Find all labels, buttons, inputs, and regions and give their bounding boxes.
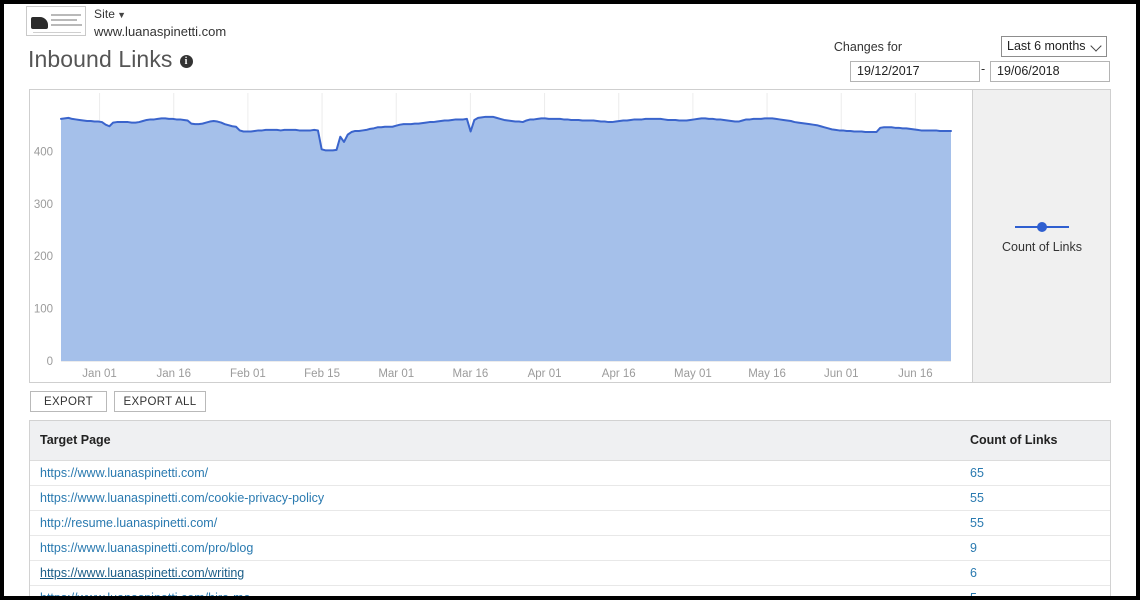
chart-area-fill (61, 117, 951, 361)
app-window: Site▼ www.luanaspinetti.com Inbound Link… (4, 4, 1136, 596)
page-title-text: Inbound Links (28, 46, 173, 72)
y-tick-label: 400 (34, 146, 53, 158)
table-row[interactable]: http://resume.luanaspinetti.com/55 (30, 510, 1110, 535)
site-selector[interactable]: Site▼ (94, 7, 126, 21)
cell-count-of-links: 55 (960, 510, 1110, 535)
x-tick-label: May 01 (674, 368, 712, 380)
date-to-input[interactable]: 19/06/2018 (990, 61, 1110, 82)
y-tick-label: 200 (34, 251, 53, 263)
target-page-link[interactable]: https://www.luanaspinetti.com/pro/blog (40, 541, 253, 555)
cell-count-of-links: 9 (960, 535, 1110, 560)
count-of-links-value: 6 (970, 566, 977, 580)
target-page-link[interactable]: https://www.luanaspinetti.com/writing (40, 566, 244, 580)
count-of-links-value: 55 (970, 516, 984, 530)
site-selector-label: Site (94, 7, 115, 21)
date-range-separator: - (981, 62, 985, 76)
x-tick-label: May 16 (748, 368, 786, 380)
count-of-links-value: 55 (970, 491, 984, 505)
info-icon[interactable]: i (180, 55, 193, 68)
chart-legend: Count of Links (972, 90, 1110, 382)
x-tick-label: Apr 16 (602, 368, 636, 380)
table-row[interactable]: https://www.luanaspinetti.com/writing 6 (30, 560, 1110, 585)
cell-target-page: https://www.luanaspinetti.com/hire-me (30, 585, 960, 596)
export-button[interactable]: EXPORT (30, 391, 107, 412)
count-of-links-value: 5 (970, 591, 977, 597)
target-page-link[interactable]: https://www.luanaspinetti.com/ (40, 466, 208, 480)
cell-count-of-links: 55 (960, 485, 1110, 510)
chart-plot-area[interactable]: 0 100 200 300 400 Jan 01 Jan 16 Feb 01 Feb 15 Ma… (30, 90, 973, 382)
cell-count-of-links: 5 (960, 585, 1110, 596)
column-header-count-of-links[interactable]: Count of Links (960, 421, 1110, 460)
thumbnail-line (51, 24, 82, 26)
thumbnail-line (51, 19, 77, 21)
cell-target-page: https://www.luanaspinetti.com/ (30, 460, 960, 485)
cell-count-of-links: 65 (960, 460, 1110, 485)
site-bar: Site▼ www.luanaspinetti.com (4, 4, 1136, 38)
table-row[interactable]: https://www.luanaspinetti.com/pro/blog 9 (30, 535, 1110, 560)
column-header-target-page[interactable]: Target Page (30, 421, 960, 460)
x-tick-label: Jun 01 (824, 368, 859, 380)
thumbnail-line (33, 32, 81, 33)
site-domain: www.luanaspinetti.com (94, 24, 226, 39)
x-tick-label: Jun 16 (898, 368, 933, 380)
x-tick-label: Feb 01 (230, 368, 266, 380)
target-page-link[interactable]: http://resume.luanaspinetti.com/ (40, 516, 217, 530)
x-tick-label: Feb 15 (304, 368, 340, 380)
y-tick-label: 0 (47, 356, 53, 368)
x-tick-label: Mar 16 (453, 368, 489, 380)
cell-target-page: https://www.luanaspinetti.com/cookie-pri… (30, 485, 960, 510)
y-tick-label: 300 (34, 199, 53, 211)
x-tick-label: Jan 01 (82, 368, 117, 380)
chevron-down-icon: ▼ (117, 10, 126, 20)
table-row[interactable]: https://www.luanaspinetti.com/cookie-pri… (30, 485, 1110, 510)
legend-series-label[interactable]: Count of Links (973, 240, 1111, 254)
export-all-button[interactable]: EXPORT ALL (114, 391, 206, 412)
cell-target-page: https://www.luanaspinetti.com/writing (30, 560, 960, 585)
count-of-links-value: 65 (970, 466, 984, 480)
changes-for-label: Changes for (834, 40, 902, 54)
thumbnail-graphic (31, 17, 48, 29)
table-row[interactable]: https://www.luanaspinetti.com/hire-me 5 (30, 585, 1110, 596)
inbound-links-table: Target Page Count of Links https://www.l… (29, 420, 1111, 596)
site-thumbnail (26, 6, 86, 36)
target-page-link[interactable]: https://www.luanaspinetti.com/cookie-pri… (40, 491, 324, 505)
target-page-link[interactable]: https://www.luanaspinetti.com/hire-me (40, 591, 251, 597)
legend-marker-icon (1011, 221, 1073, 233)
date-from-input[interactable]: 19/12/2017 (850, 61, 980, 82)
x-tick-label: Jan 16 (156, 368, 191, 380)
inbound-links-area-chart: 0 100 200 300 400 Jan 01 Jan 16 Feb 01 Feb 15 Ma… (30, 90, 973, 382)
page-title: Inbound Links i (28, 46, 193, 73)
cell-count-of-links: 6 (960, 560, 1110, 585)
x-tick-label: Mar 01 (378, 368, 414, 380)
cell-target-page: http://resume.luanaspinetti.com/ (30, 510, 960, 535)
cell-target-page: https://www.luanaspinetti.com/pro/blog (30, 535, 960, 560)
y-tick-label: 100 (34, 304, 53, 316)
count-of-links-value: 9 (970, 541, 977, 555)
table-header-row: Target Page Count of Links (30, 421, 1110, 460)
x-tick-label: Apr 01 (528, 368, 562, 380)
chart-y-axis-ticks: 0 100 200 300 400 (34, 146, 53, 368)
chart-panel: 0 100 200 300 400 Jan 01 Jan 16 Feb 01 Feb 15 Ma… (29, 89, 1111, 383)
table-row[interactable]: https://www.luanaspinetti.com/65 (30, 460, 1110, 485)
chart-x-axis-ticks: Jan 01 Jan 16 Feb 01 Feb 15 Mar 01 Mar 16 Apr … (82, 368, 932, 380)
thumbnail-line (51, 14, 81, 16)
